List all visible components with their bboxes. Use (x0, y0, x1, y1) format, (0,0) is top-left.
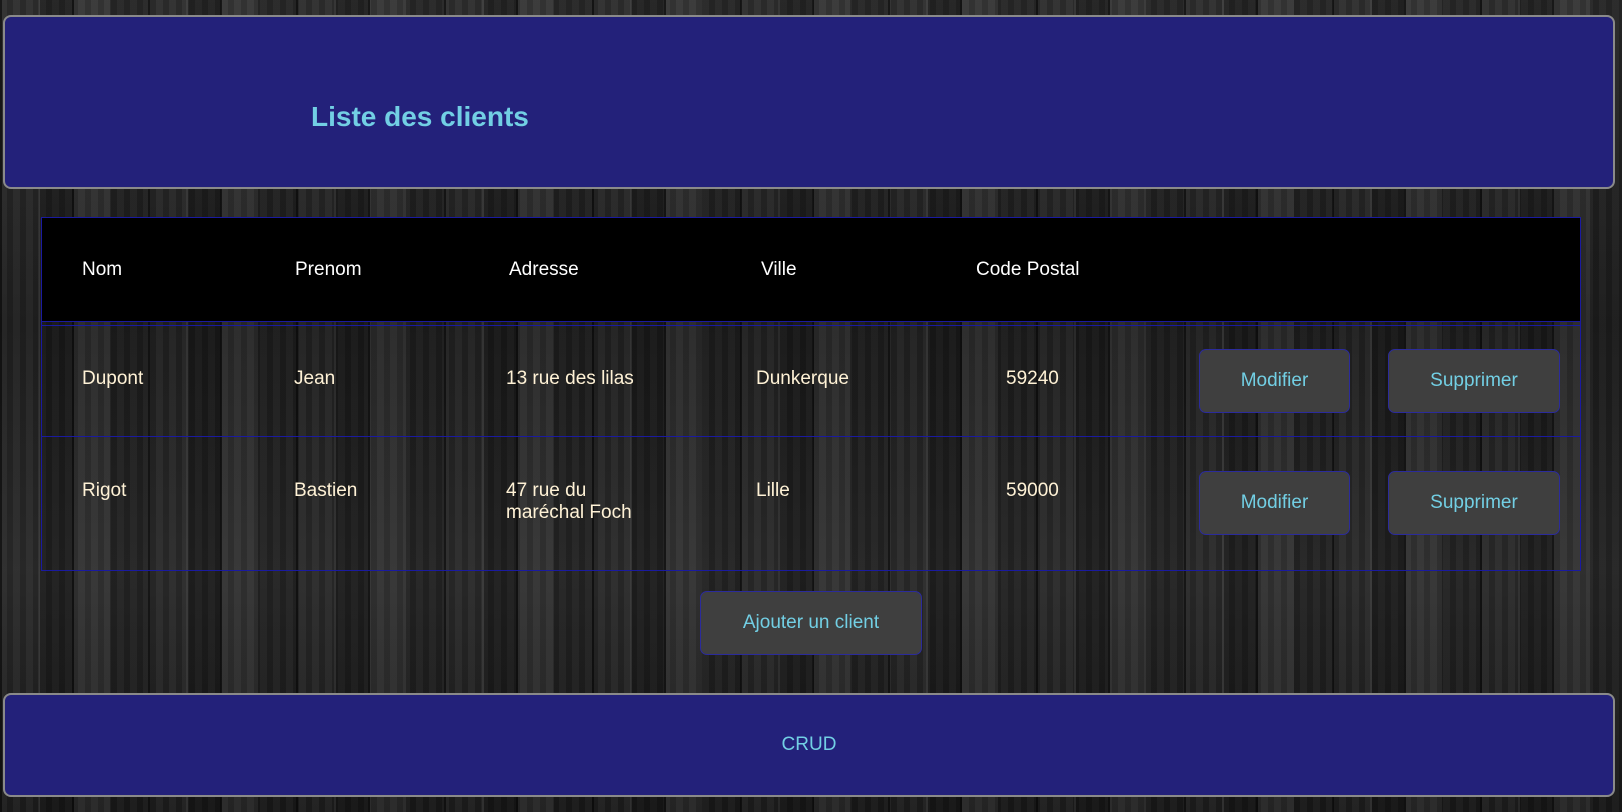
table-header-row: Nom Prenom Adresse Ville Code Postal (42, 218, 1580, 322)
clients-table: Nom Prenom Adresse Ville Code Postal Dup… (41, 217, 1581, 571)
page-header: Liste des clients (3, 15, 1615, 189)
cell-ville: Dunkerque (756, 368, 849, 389)
modify-button[interactable]: Modifier (1199, 349, 1350, 413)
cell-adresse: 47 rue du maréchal Foch (506, 480, 632, 523)
column-header-prenom: Prenom (295, 259, 362, 280)
column-header-code-postal: Code Postal (976, 259, 1080, 280)
page-footer: CRUD (3, 693, 1615, 797)
column-header-adresse: Adresse (509, 259, 579, 280)
add-client-button[interactable]: Ajouter un client (700, 591, 922, 655)
cell-nom: Rigot (82, 480, 127, 501)
table-row: Dupont Jean 13 rue des lilas Dunkerque 5… (42, 325, 1580, 437)
cell-prenom: Jean (294, 368, 336, 389)
cell-prenom: Bastien (294, 480, 358, 501)
table-row: Rigot Bastien 47 rue du maréchal Foch Li… (42, 437, 1580, 570)
column-header-ville: Ville (761, 259, 797, 280)
cell-ville: Lille (756, 480, 790, 501)
cell-code-postal: 59000 (1006, 480, 1059, 501)
column-header-nom: Nom (82, 259, 123, 280)
cell-adresse: 13 rue des lilas (506, 368, 634, 389)
modify-button[interactable]: Modifier (1199, 471, 1350, 535)
delete-button[interactable]: Supprimer (1388, 349, 1560, 413)
page-title: Liste des clients (311, 101, 529, 132)
delete-button[interactable]: Supprimer (1388, 471, 1560, 535)
cell-nom: Dupont (82, 368, 144, 389)
footer-text: CRUD (781, 734, 837, 755)
cell-code-postal: 59240 (1006, 368, 1059, 389)
